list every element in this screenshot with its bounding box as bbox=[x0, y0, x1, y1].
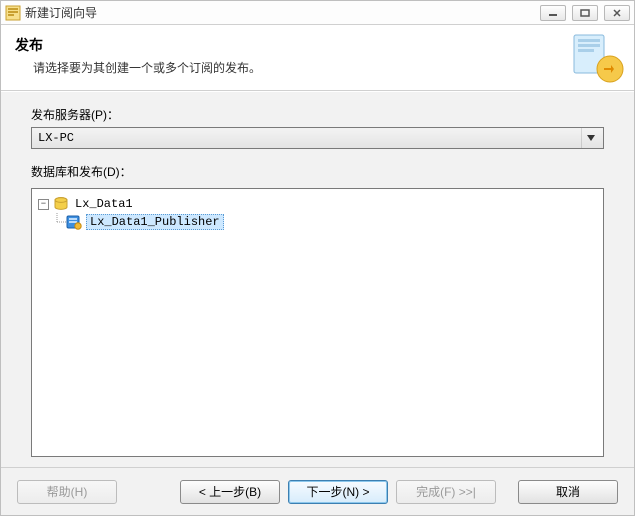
header-text: 发布 请选择要为其创建一个或多个订阅的发布。 bbox=[15, 35, 620, 76]
wizard-footer: 帮助(H) < 上一步(B) 下一步(N) > 完成(F) >>| 取消 bbox=[1, 467, 634, 515]
cancel-button[interactable]: 取消 bbox=[518, 480, 618, 504]
window-title: 新建订阅向导 bbox=[25, 4, 540, 21]
header-title: 发布 bbox=[15, 35, 620, 55]
maximize-button[interactable] bbox=[572, 5, 598, 21]
tree-database-label: Lx_Data1 bbox=[73, 197, 135, 211]
publisher-value: LX-PC bbox=[38, 131, 581, 145]
window-buttons bbox=[540, 5, 630, 21]
publisher-label: 发布服务器(P)： bbox=[31, 106, 604, 123]
header-description: 请选择要为其创建一个或多个订阅的发布。 bbox=[33, 59, 620, 76]
wizard-body: 发布服务器(P)： LX-PC 数据库和发布(D)： − Lx_Data1 bbox=[1, 91, 634, 467]
publisher-dropdown[interactable]: LX-PC bbox=[31, 127, 604, 149]
app-icon bbox=[5, 5, 21, 21]
chevron-down-icon bbox=[581, 128, 599, 148]
tree-database-node[interactable]: − Lx_Data1 bbox=[36, 195, 599, 213]
database-icon bbox=[53, 196, 69, 212]
publications-tree[interactable]: − Lx_Data1 bbox=[31, 188, 604, 457]
help-button: 帮助(H) bbox=[17, 480, 117, 504]
databases-label: 数据库和发布(D)： bbox=[31, 163, 604, 180]
back-button[interactable]: < 上一步(B) bbox=[180, 480, 280, 504]
tree-publication-label: Lx_Data1_Publisher bbox=[86, 214, 224, 230]
finish-button: 完成(F) >>| bbox=[396, 480, 496, 504]
publication-icon bbox=[66, 214, 82, 230]
tree-branch-icon bbox=[52, 213, 66, 231]
minimize-button[interactable] bbox=[540, 5, 566, 21]
next-button[interactable]: 下一步(N) > bbox=[288, 480, 388, 504]
tree-collapse-toggle[interactable]: − bbox=[38, 199, 49, 210]
wizard-window: 新建订阅向导 发布 请选择要为其创建一个或多个订阅的发布。 bbox=[0, 0, 635, 516]
title-bar: 新建订阅向导 bbox=[1, 1, 634, 25]
tree-publication-node[interactable]: Lx_Data1_Publisher bbox=[36, 213, 599, 231]
close-button[interactable] bbox=[604, 5, 630, 21]
wizard-header: 发布 请选择要为其创建一个或多个订阅的发布。 bbox=[1, 25, 634, 91]
header-illustration-icon bbox=[570, 33, 626, 85]
